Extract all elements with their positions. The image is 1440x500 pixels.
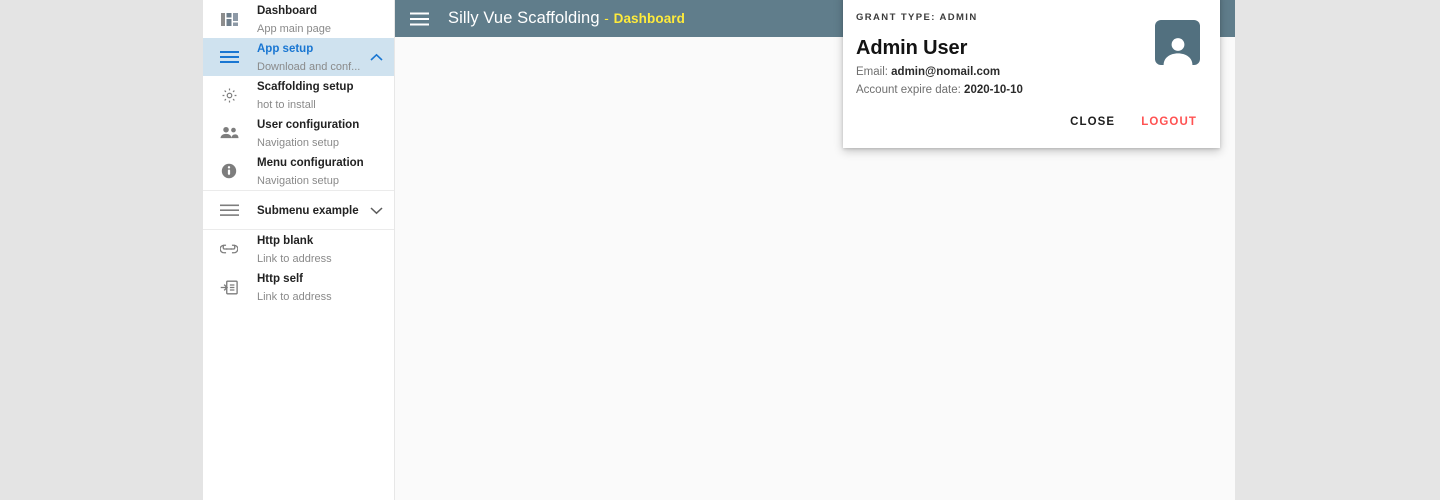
sidebar-item-http-blank-text: Http blank Link to address [243, 231, 368, 267]
sidebar-item-subtitle: Link to address [257, 253, 332, 265]
sidebar-item-dashboard[interactable]: Dashboard App main page [203, 0, 394, 38]
sidebar-item-scaffolding-setup[interactable]: Scaffolding setup hot to install [203, 76, 394, 114]
app-root: Dashboard App main page App setup Downlo… [0, 0, 1440, 500]
sidebar-item-menu-configuration[interactable]: Menu configuration Navigation setup [203, 152, 394, 190]
gear-icon [215, 87, 243, 104]
list-icon [215, 204, 243, 217]
sidebar-item-user-configuration[interactable]: User configuration Navigation setup [203, 114, 394, 152]
user-email-row: Email: admin@nomail.com [856, 66, 1202, 78]
login-box-icon [215, 280, 243, 295]
dashboard-icon [215, 12, 243, 27]
hamburger-menu-icon[interactable] [403, 3, 435, 35]
app-title-text: Silly Vue Scaffolding [448, 9, 600, 27]
user-email-label: Email: [856, 66, 888, 78]
close-button[interactable]: Close [1061, 110, 1124, 134]
user-account-card: GRANT TYPE: ADMIN Admin User Email: admi… [843, 0, 1220, 148]
sidebar-item-scaffolding-setup-text: Scaffolding setup hot to install [243, 77, 368, 113]
people-icon [215, 126, 243, 140]
sidebar-item-label: User configuration [257, 119, 360, 131]
sidebar-item-user-configuration-text: User configuration Navigation setup [243, 115, 368, 151]
page-backdrop-right [1235, 0, 1440, 500]
app-title-separator: - [604, 11, 609, 26]
menu-lines-icon [215, 50, 243, 64]
sidebar-navigation: Dashboard App main page App setup Downlo… [203, 0, 395, 500]
sidebar-item-label: Dashboard [257, 5, 318, 17]
chevron-up-icon[interactable] [368, 53, 384, 62]
sidebar-item-label: Scaffolding setup [257, 81, 354, 93]
user-expire-row: Account expire date: 2020-10-10 [856, 84, 1202, 96]
card-action-row: Close Logout [1061, 110, 1206, 134]
sidebar-item-app-setup[interactable]: App setup Download and conf... [203, 38, 394, 76]
user-name: Admin User [856, 37, 968, 59]
sidebar-item-submenu-example[interactable]: Submenu example [203, 191, 394, 229]
app-title-page: Dashboard [613, 11, 686, 26]
user-expire-label: Account expire date: [856, 84, 961, 96]
sidebar-item-dashboard-text: Dashboard App main page [243, 1, 368, 37]
sidebar-item-label: App setup [257, 43, 314, 55]
avatar [1155, 20, 1200, 65]
sidebar-item-label: Http self [257, 273, 303, 285]
chevron-down-icon[interactable] [368, 206, 384, 215]
user-expire-value: 2020-10-10 [964, 84, 1023, 96]
sidebar-item-subtitle: hot to install [257, 99, 316, 111]
sidebar-item-subtitle: Link to address [257, 291, 332, 303]
sidebar-item-subtitle: Navigation setup [257, 175, 339, 187]
page-backdrop-left [0, 0, 203, 500]
sidebar-item-http-blank[interactable]: Http blank Link to address [203, 230, 394, 268]
link-icon [215, 243, 243, 255]
user-email-value: admin@nomail.com [891, 66, 1001, 78]
sidebar-item-label: Menu configuration [257, 157, 364, 169]
sidebar-item-http-self-text: Http self Link to address [243, 269, 368, 305]
sidebar-item-http-self[interactable]: Http self Link to address [203, 268, 394, 306]
info-icon [215, 163, 243, 179]
sidebar-item-subtitle: Navigation setup [257, 137, 339, 149]
sidebar-item-app-setup-text: App setup Download and conf... [243, 39, 368, 75]
sidebar-item-menu-configuration-text: Menu configuration Navigation setup [243, 153, 368, 189]
person-avatar-icon [1163, 38, 1192, 65]
sidebar-item-subtitle: App main page [257, 23, 331, 35]
sidebar-item-subtitle: Download and conf... [257, 61, 361, 73]
grant-type-badge: GRANT TYPE: ADMIN [856, 12, 978, 23]
page-title: Silly Vue Scaffolding - Dashboard [448, 9, 685, 28]
logout-button[interactable]: Logout [1132, 110, 1206, 134]
sidebar-item-label: Submenu example [257, 205, 359, 217]
sidebar-item-submenu-example-text: Submenu example [243, 201, 368, 219]
sidebar-item-label: Http blank [257, 235, 314, 247]
